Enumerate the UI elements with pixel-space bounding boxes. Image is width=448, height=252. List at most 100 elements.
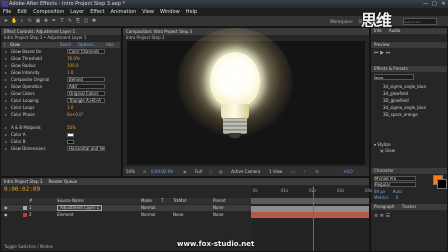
eraser-tool-icon[interactable]: ◫ bbox=[83, 18, 89, 24]
close-button[interactable]: ✕ bbox=[439, 0, 448, 8]
snapshot-icon[interactable]: ◉ bbox=[183, 167, 187, 176]
pixel-aspect-icon[interactable]: ▭ bbox=[291, 167, 295, 176]
disclosure-triangle-icon[interactable]: ▸ bbox=[5, 70, 7, 76]
kerning-value[interactable]: Metrics bbox=[374, 195, 389, 200]
effects-list-item[interactable]: 3d_glowfield bbox=[383, 91, 408, 97]
menu-view[interactable]: View bbox=[139, 9, 157, 15]
reset-link[interactable]: Reset bbox=[60, 42, 71, 48]
tab-effects-presets[interactable]: Effects & Presets bbox=[371, 66, 447, 72]
align-left-icon[interactable]: ≡ bbox=[374, 213, 378, 219]
layer-row[interactable]: ◉ 1 Adjustment Layer 1 Normal None bbox=[1, 205, 251, 211]
effects-list-item[interactable]: 3d_sigma_angle_blue bbox=[383, 84, 426, 90]
effect-property-value[interactable]: 1.0 bbox=[67, 105, 73, 111]
effect-property-value[interactable]: 0x+0.0° bbox=[67, 112, 84, 118]
maximize-button[interactable]: □ bbox=[430, 0, 439, 8]
col-source-name[interactable]: Source Name bbox=[57, 198, 84, 204]
font-family-dropdown[interactable]: Myriad Pro bbox=[374, 176, 416, 181]
font-size-value[interactable]: 89 px bbox=[374, 189, 385, 194]
menu-edit[interactable]: Edit bbox=[14, 9, 30, 15]
layer-parent-dropdown[interactable]: None bbox=[213, 205, 223, 211]
selection-tool-icon[interactable]: ➤ bbox=[3, 18, 9, 24]
effect-property-value[interactable]: 100.0 bbox=[67, 63, 78, 69]
zoom-dropdown[interactable]: 50% bbox=[126, 167, 135, 176]
effect-property-dropdown[interactable]: Behind bbox=[67, 77, 105, 82]
menu-composition[interactable]: Composition bbox=[30, 9, 67, 15]
quality-dropdown[interactable]: Full bbox=[195, 167, 202, 176]
effect-property-value[interactable]: 1.0 bbox=[67, 70, 73, 76]
disclosure-triangle-icon[interactable]: ▸ bbox=[5, 139, 7, 145]
first-frame-icon[interactable]: ⏮ bbox=[374, 50, 379, 56]
disclosure-triangle-icon[interactable]: ▸ bbox=[5, 98, 7, 104]
timeline-tracks[interactable]: 0s01s02s03s04s bbox=[251, 186, 372, 251]
view-layout-dropdown[interactable]: 1 View bbox=[269, 167, 282, 176]
disclosure-triangle-icon[interactable]: ▸ bbox=[5, 63, 7, 69]
tab-timeline-comp[interactable]: Intro Project Step 3 bbox=[4, 178, 42, 185]
text-tool-icon[interactable]: T bbox=[59, 18, 65, 24]
disclosure-triangle-icon[interactable]: ▸ bbox=[5, 105, 7, 111]
effect-property-dropdown[interactable]: Original Colors bbox=[67, 91, 105, 96]
disclosure-triangle-icon[interactable]: ▸ bbox=[5, 146, 7, 152]
tab-tracker[interactable]: Tracker bbox=[402, 204, 416, 209]
layer-visibility-icon[interactable]: ◉ bbox=[4, 212, 8, 218]
play-icon[interactable]: ▶ bbox=[380, 50, 384, 56]
disclosure-triangle-icon[interactable]: ▸ bbox=[5, 49, 7, 55]
layer-trkmat-dropdown[interactable]: None bbox=[173, 212, 183, 218]
tab-character[interactable]: Character bbox=[371, 168, 447, 174]
puppet-tool-icon[interactable]: ✱ bbox=[91, 18, 97, 24]
roi-icon[interactable]: ▢ bbox=[209, 167, 213, 176]
disclosure-triangle-icon[interactable]: ▸ bbox=[5, 132, 7, 138]
options-link[interactable]: Options... bbox=[78, 42, 97, 48]
menu-file[interactable]: File bbox=[0, 9, 14, 15]
effect-property-dropdown[interactable]: Color Channels bbox=[67, 49, 105, 54]
work-area-bar[interactable] bbox=[251, 198, 369, 204]
disclosure-triangle-icon[interactable]: ▸ bbox=[5, 84, 7, 90]
tab-audio[interactable]: Audio bbox=[389, 28, 400, 33]
effect-property-dropdown[interactable]: Triangle A>B>A bbox=[67, 98, 105, 103]
about-link[interactable]: Abo bbox=[106, 42, 114, 48]
brush-tool-icon[interactable]: ✎ bbox=[67, 18, 73, 24]
last-frame-icon[interactable]: ⏭ bbox=[386, 50, 391, 56]
transparency-grid-icon[interactable]: ▦ bbox=[219, 167, 223, 176]
layer-mode-dropdown[interactable]: Normal bbox=[141, 212, 155, 218]
disclosure-triangle-icon[interactable]: ▸ bbox=[5, 125, 7, 131]
color-swatch[interactable] bbox=[67, 133, 74, 137]
disclosure-triangle-icon[interactable]: ▸ bbox=[5, 112, 7, 118]
disclosure-triangle-icon[interactable]: ▸ bbox=[5, 56, 7, 62]
align-center-icon[interactable]: ≣ bbox=[380, 213, 384, 219]
grid-icon[interactable]: ⊞ bbox=[143, 167, 146, 176]
align-right-icon[interactable]: ☰ bbox=[386, 213, 390, 219]
menu-animation[interactable]: Animation bbox=[108, 9, 140, 15]
layer-visibility-icon[interactable]: ◉ bbox=[4, 205, 8, 211]
tab-info[interactable]: Info bbox=[374, 28, 382, 33]
effects-search-input[interactable] bbox=[374, 74, 414, 80]
glow-effect-item[interactable]: ▣ Glow bbox=[380, 148, 395, 154]
menu-help[interactable]: Help bbox=[183, 9, 200, 15]
timeline-footer[interactable]: Toggle Switches / Modes bbox=[4, 244, 53, 249]
disclosure-triangle-icon[interactable]: ▸ bbox=[5, 91, 7, 97]
effects-list-item[interactable]: 3d_sigma_angle_blue bbox=[383, 105, 426, 111]
effects-list-item[interactable]: 3D_glowfield bbox=[383, 98, 409, 104]
tab-render-queue[interactable]: Render Queue bbox=[48, 178, 77, 185]
playhead[interactable] bbox=[313, 186, 314, 251]
fx-toggle-icon[interactable]: ƒ bbox=[4, 42, 5, 48]
camera-tool-icon[interactable]: ▣ bbox=[35, 18, 41, 24]
layer-row[interactable]: ◉ 2 Element Normal None None bbox=[1, 212, 251, 218]
menu-effect[interactable]: Effect bbox=[87, 9, 107, 15]
search-help-input[interactable] bbox=[403, 18, 437, 25]
leading-value[interactable]: Auto bbox=[393, 189, 402, 194]
comp-timecode[interactable]: 0:00:02:09 bbox=[151, 167, 173, 176]
exposure-value[interactable]: +0.0 bbox=[343, 167, 353, 176]
tracking-value[interactable]: 0 bbox=[396, 195, 399, 200]
hand-tool-icon[interactable]: ✋ bbox=[11, 18, 17, 24]
effect-header[interactable]: ƒ Glow Reset Options... Abo bbox=[2, 42, 120, 48]
color-swatch[interactable] bbox=[67, 140, 74, 144]
effect-property-value[interactable]: 50% bbox=[67, 125, 76, 131]
minimize-button[interactable]: — bbox=[421, 0, 430, 8]
zoom-tool-icon[interactable]: ⌕ bbox=[19, 18, 25, 24]
effect-property-dropdown[interactable]: Add bbox=[67, 84, 105, 89]
disclosure-triangle-icon[interactable]: ▸ bbox=[5, 77, 7, 83]
menu-window[interactable]: Window bbox=[157, 9, 183, 15]
tab-preview[interactable]: Preview bbox=[371, 42, 447, 48]
effect-property-dropdown[interactable]: Horizontal and Ve bbox=[67, 146, 105, 151]
rotate-tool-icon[interactable]: ↻ bbox=[27, 18, 33, 24]
